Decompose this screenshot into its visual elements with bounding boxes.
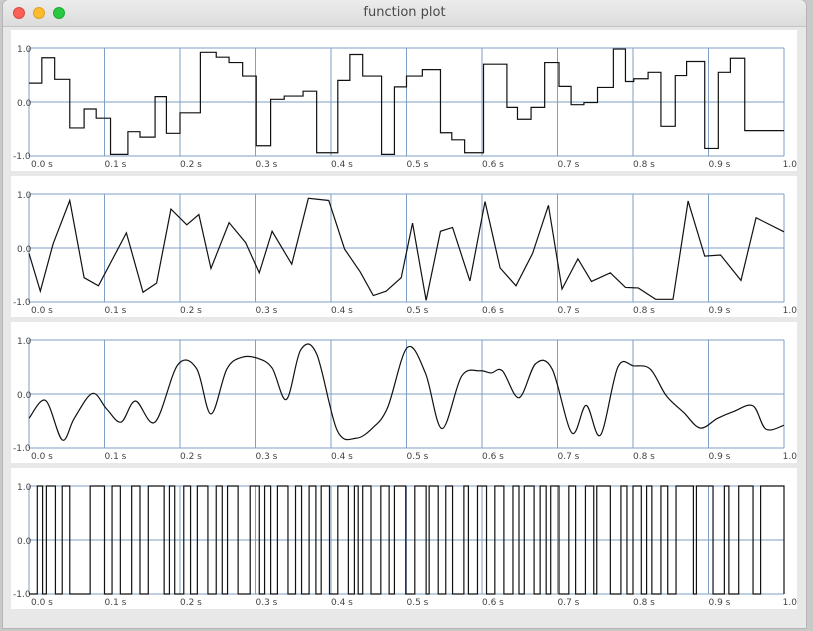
x-tick-label: 0.2 s: [180, 452, 202, 462]
x-tick-label: 0.5 s: [407, 306, 429, 316]
x-tick-label: 0.2 s: [180, 306, 202, 316]
plot-3-svg: 0.0 s 0.1 s 0.2 s 0.3 s 0.4 s 0.5 s 0.6 s 0.7 s…: [13, 337, 797, 462]
window-title: function plot: [363, 5, 446, 20]
x-tick-label: 0.3 s: [256, 160, 278, 170]
plot-panel-2: 0.0 s 0.1 s 0.2 s 0.3 s 0.4 s 0.5 s 0.6 s 0.7 s…: [11, 176, 797, 317]
x-tick-label: 0.5 s: [407, 598, 429, 608]
y-tick-label: -1.0: [13, 298, 31, 308]
y-tick-label: -1.0: [13, 444, 31, 454]
x-tick-label: 0.1 s: [105, 160, 127, 170]
x-tick-label: 0.3 s: [256, 452, 278, 462]
x-tick-label: 0.0 s: [31, 306, 53, 316]
plot-panel-3: 0.0 s 0.1 s 0.2 s 0.3 s 0.4 s 0.5 s 0.6 s 0.7 s…: [11, 322, 797, 463]
x-tick-label: 0.3 s: [256, 306, 278, 316]
plot-panel-1: 0.0 s 0.1 s 0.2 s 0.3 s 0.4 s 0.5 s 0.6 s 0.7 s…: [11, 30, 797, 171]
x-tick-label: 0.1 s: [105, 452, 127, 462]
x-tick-label: 0.7 s: [558, 598, 580, 608]
y-tick-label: -1.0: [13, 590, 31, 600]
x-tick-label: 0.7 s: [558, 160, 580, 170]
x-tick-label: 0.7 s: [558, 452, 580, 462]
x-tick-label: 0.2 s: [180, 598, 202, 608]
x-tick-label: 0.6 s: [482, 306, 504, 316]
x-tick-label: 0.4 s: [331, 452, 353, 462]
x-tick-label: 0.8 s: [633, 452, 655, 462]
x-tick-label: 0.6 s: [482, 452, 504, 462]
plot-4-svg: 0.0 s 0.1 s 0.2 s 0.3 s 0.4 s 0.5 s 0.6 s 0.7 s…: [13, 483, 797, 608]
x-tick-label: 0.0 s: [31, 598, 53, 608]
plot-panel-4: 0.0 s 0.1 s 0.2 s 0.3 s 0.4 s 0.5 s 0.6 s 0.7 s…: [11, 468, 797, 609]
plot-1-svg: 0.0 s 0.1 s 0.2 s 0.3 s 0.4 s 0.5 s 0.6 s 0.7 s…: [13, 45, 797, 170]
x-tick-label: 1.0: [783, 160, 797, 170]
x-tick-label: 0.9 s: [709, 598, 731, 608]
y-tick-label: -1.0: [13, 152, 31, 162]
x-tick-label: 0.8 s: [633, 306, 655, 316]
app-window: function plot 0.0 s 0.1 s 0.2 s 0.3 s 0.4 s0…: [3, 0, 806, 628]
y-tick-label: 0.0: [17, 99, 32, 109]
y-tick-label: 1.0: [17, 483, 32, 493]
x-tick-label: 0.4 s: [331, 160, 353, 170]
x-tick-label: 0.8 s: [633, 598, 655, 608]
x-tick-label: 0.1 s: [105, 306, 127, 316]
x-tick-label: 0.7 s: [558, 306, 580, 316]
x-tick-label: 0.4 s: [331, 306, 353, 316]
x-tick-label: 0.9 s: [709, 306, 731, 316]
x-tick-label: 0.5 s: [407, 452, 429, 462]
x-tick-label: 1.0: [783, 452, 797, 462]
x-tick-label: 0.9 s: [709, 160, 731, 170]
y-tick-label: 0.0: [17, 537, 32, 547]
x-tick-label: 0.6 s: [482, 598, 504, 608]
x-tick-label: 0.6 s: [482, 160, 504, 170]
x-tick-label: 1.0: [783, 598, 797, 608]
plot-2-svg: 0.0 s 0.1 s 0.2 s 0.3 s 0.4 s 0.5 s 0.6 s 0.7 s…: [13, 191, 797, 316]
x-tick-label: 0.0 s: [31, 452, 53, 462]
x-tick-label: 0.4 s: [331, 598, 353, 608]
y-tick-label: 0.0: [17, 391, 32, 401]
y-tick-label: 1.0: [17, 45, 32, 55]
x-tick-label: 0.9 s: [709, 452, 731, 462]
x-tick-label: 0.3 s: [256, 598, 278, 608]
x-tick-label: 0.8 s: [633, 160, 655, 170]
title-bar[interactable]: function plot: [3, 0, 806, 27]
x-tick-label: 0.1 s: [105, 598, 127, 608]
x-tick-label: 0.5 s: [407, 160, 429, 170]
y-tick-label: 1.0: [17, 191, 32, 201]
x-tick-label: 1.0: [783, 306, 797, 316]
x-tick-label: 0.2 s: [180, 160, 202, 170]
y-tick-label: 1.0: [17, 337, 32, 347]
x-tick-label: 0.0 s: [31, 160, 53, 170]
